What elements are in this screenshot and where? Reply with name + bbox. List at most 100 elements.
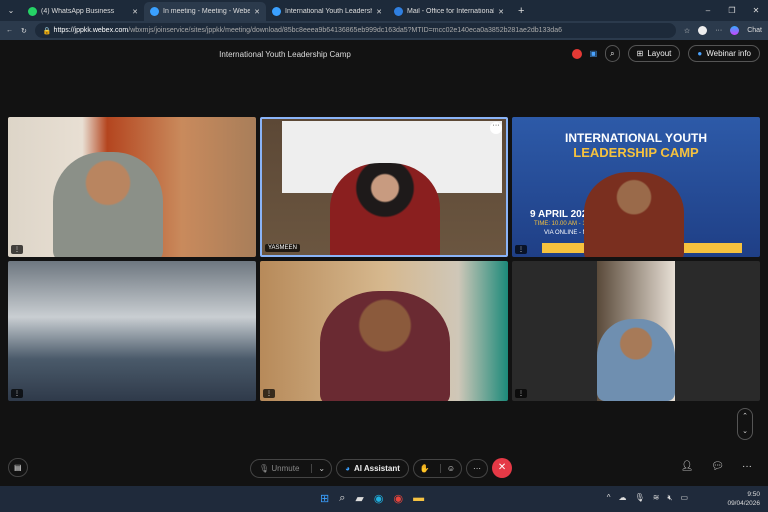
close-icon[interactable]: ✕ <box>254 8 260 16</box>
url-path: /wbxmjs/joinservice/sites/jppkk/meeting/… <box>128 27 562 34</box>
ai-assistant-label: AI Assistant <box>353 463 400 473</box>
clock-date: 09/04/2026 <box>727 500 760 507</box>
participant-name: ⋮ <box>11 245 23 254</box>
video-tile[interactable]: ⋮ <box>512 261 760 401</box>
scroll-pager[interactable]: ⌃ ⌄ <box>737 408 753 440</box>
layout-label: Layout <box>647 49 672 58</box>
file-explorer-icon[interactable]: ▬ <box>413 492 424 505</box>
unmute-button-group: 🎙︎ Unmute ⌄ <box>250 458 333 478</box>
minimize-icon[interactable]: – <box>696 6 720 15</box>
tray-chevron-icon[interactable]: ^ <box>607 493 611 503</box>
banner-time: TIME: 10.00 AM - 12 <box>534 221 590 227</box>
webex-icon <box>150 7 159 16</box>
clock-time: 9:50 <box>747 491 760 498</box>
favorites-icon[interactable]: ☆ <box>684 27 690 35</box>
tab-webex-event[interactable]: International Youth Leadership Ca ✕ <box>266 2 388 21</box>
tab-label: International Youth Leadership Ca <box>285 8 372 15</box>
clock[interactable]: 9:50 09/04/2026 <box>727 490 760 508</box>
tab-actions-icon[interactable]: ⌄ <box>0 6 22 15</box>
video-tile[interactable]: INTERNATIONAL YOUTH LEADERSHIP CAMP 9 AP… <box>512 117 760 257</box>
chrome-icon[interactable]: ◉ <box>393 492 403 505</box>
reactions-group: ✋ ☺ <box>412 458 463 478</box>
banner-line1: INTERNATIONAL YOUTH <box>564 131 707 145</box>
close-window-icon[interactable]: ✕ <box>744 6 768 15</box>
more-options-icon[interactable]: ··· <box>490 122 502 134</box>
tab-mail[interactable]: Mail - Office for International Affa✕ <box>388 2 510 21</box>
apps-icon[interactable]: ▣ <box>590 49 598 58</box>
profile-avatar[interactable] <box>698 26 708 35</box>
address-bar-row: ← ↻ 🔒 https://jppkk.webex.com/wbxmjs/joi… <box>0 21 768 40</box>
windows-taskbar: ⊞ ⌕ ▰ ◉ ◉ ▬ ^ ☁ 🎙︎ ≋ 🔇︎ ▭ 9:50 09/04/202… <box>0 486 768 512</box>
emoji-reaction-icon[interactable]: ☺ <box>439 463 461 473</box>
video-tile[interactable]: ⋮ <box>8 261 256 401</box>
tab-webex-meeting[interactable]: In meeting - Meeting - Webex ✕ <box>144 2 266 21</box>
info-icon: ● <box>697 49 703 58</box>
back-icon[interactable]: ← <box>6 27 13 34</box>
banner-via: VIA ONLINE - M <box>544 230 588 236</box>
battery-icon[interactable]: ▭ <box>680 493 688 503</box>
leave-meeting-button[interactable]: ✕ <box>492 458 513 478</box>
panel-buttons: 👤︎ 💬︎ ··· <box>681 461 752 472</box>
tab-whatsapp[interactable]: (4) WhatsApp Business ✕ <box>22 2 144 21</box>
ai-assistant-icon: ◕ <box>345 463 350 473</box>
close-icon[interactable]: ✕ <box>498 8 504 16</box>
video-tile[interactable]: ⋮ <box>260 261 508 401</box>
close-icon[interactable]: ✕ <box>376 8 382 16</box>
more-icon[interactable]: ··· <box>742 461 752 472</box>
raise-hand-icon[interactable]: ✋ <box>414 464 436 473</box>
browser-tab-bar: ⌄ (4) WhatsApp Business ✕ In meeting - Me… <box>0 0 768 21</box>
meeting-title: International Youth Leadership Camp <box>219 50 351 59</box>
participant-video <box>330 163 440 255</box>
search-icon[interactable]: ⌕ <box>339 492 345 505</box>
chat-button[interactable]: Chat <box>747 27 762 34</box>
unmute-button[interactable]: 🎙︎ Unmute <box>251 464 307 473</box>
wifi-icon[interactable]: ≋ <box>653 493 660 503</box>
volume-muted-icon[interactable]: 🔇︎ <box>667 493 672 503</box>
participants-icon[interactable]: 👤︎ <box>681 461 694 472</box>
ai-assistant-button[interactable]: ◕ AI Assistant <box>336 458 409 478</box>
mail-icon <box>394 7 403 16</box>
url-input[interactable]: 🔒 https://jppkk.webex.com/wbxmjs/joinser… <box>34 23 676 38</box>
copilot-icon <box>730 26 740 35</box>
more-icon[interactable]: ··· <box>715 27 722 34</box>
chat-icon[interactable]: 💬︎ <box>711 461 724 472</box>
lock-icon: 🔒 <box>42 27 54 35</box>
webex-icon <box>272 7 281 16</box>
tab-label: (4) WhatsApp Business <box>41 8 115 15</box>
whatsapp-icon <box>28 7 37 16</box>
audio-options-chevron-icon[interactable]: ⌄ <box>311 463 331 473</box>
participant-video <box>597 319 675 401</box>
restore-icon[interactable]: ❐ <box>720 6 744 15</box>
layout-icon: ⊞ <box>636 49 644 58</box>
participant-video <box>53 152 163 257</box>
mic-icon[interactable]: 🎙︎ <box>635 493 645 503</box>
participant-video <box>584 172 684 257</box>
webex-meeting: International Youth Leadership Camp ▣ ⌕ … <box>0 40 768 486</box>
participant-video <box>320 291 450 401</box>
participant-name: YASMEEN <box>265 244 300 252</box>
recording-icon[interactable] <box>571 48 582 59</box>
video-tile-active-speaker[interactable]: YASMEEN ··· <box>260 117 508 257</box>
webinar-info-label: Webinar info <box>706 49 751 58</box>
new-tab-icon[interactable]: + <box>518 5 524 17</box>
participant-name: ⋮ <box>11 389 23 398</box>
participant-name: ⋮ <box>515 389 527 398</box>
layout-button[interactable]: ⊞ Layout <box>627 45 681 62</box>
tab-label: In meeting - Meeting - Webex <box>163 8 251 15</box>
more-options-button[interactable]: ··· <box>466 458 489 478</box>
cloud-icon[interactable]: ☁ <box>619 493 627 503</box>
start-icon[interactable]: ⊞ <box>320 492 329 505</box>
edge-icon[interactable]: ◉ <box>374 492 384 505</box>
banner-line2: LEADERSHIP CAMP <box>573 145 699 160</box>
mic-muted-icon: 🎙︎ <box>259 463 272 473</box>
participant-name: ⋮ <box>263 389 275 398</box>
video-tile[interactable]: ⋮ <box>8 117 256 257</box>
participant-name: ⋮ <box>515 245 527 254</box>
widgets-icon[interactable]: ▰ <box>355 492 363 505</box>
unmute-label: Unmute <box>271 463 300 473</box>
zoom-button[interactable]: ⌕ <box>605 45 620 62</box>
refresh-icon[interactable]: ↻ <box>21 27 27 35</box>
webinar-info-button[interactable]: ● Webinar info <box>688 45 760 62</box>
close-icon[interactable]: ✕ <box>132 8 138 16</box>
captions-button[interactable]: ▤ <box>8 458 28 477</box>
